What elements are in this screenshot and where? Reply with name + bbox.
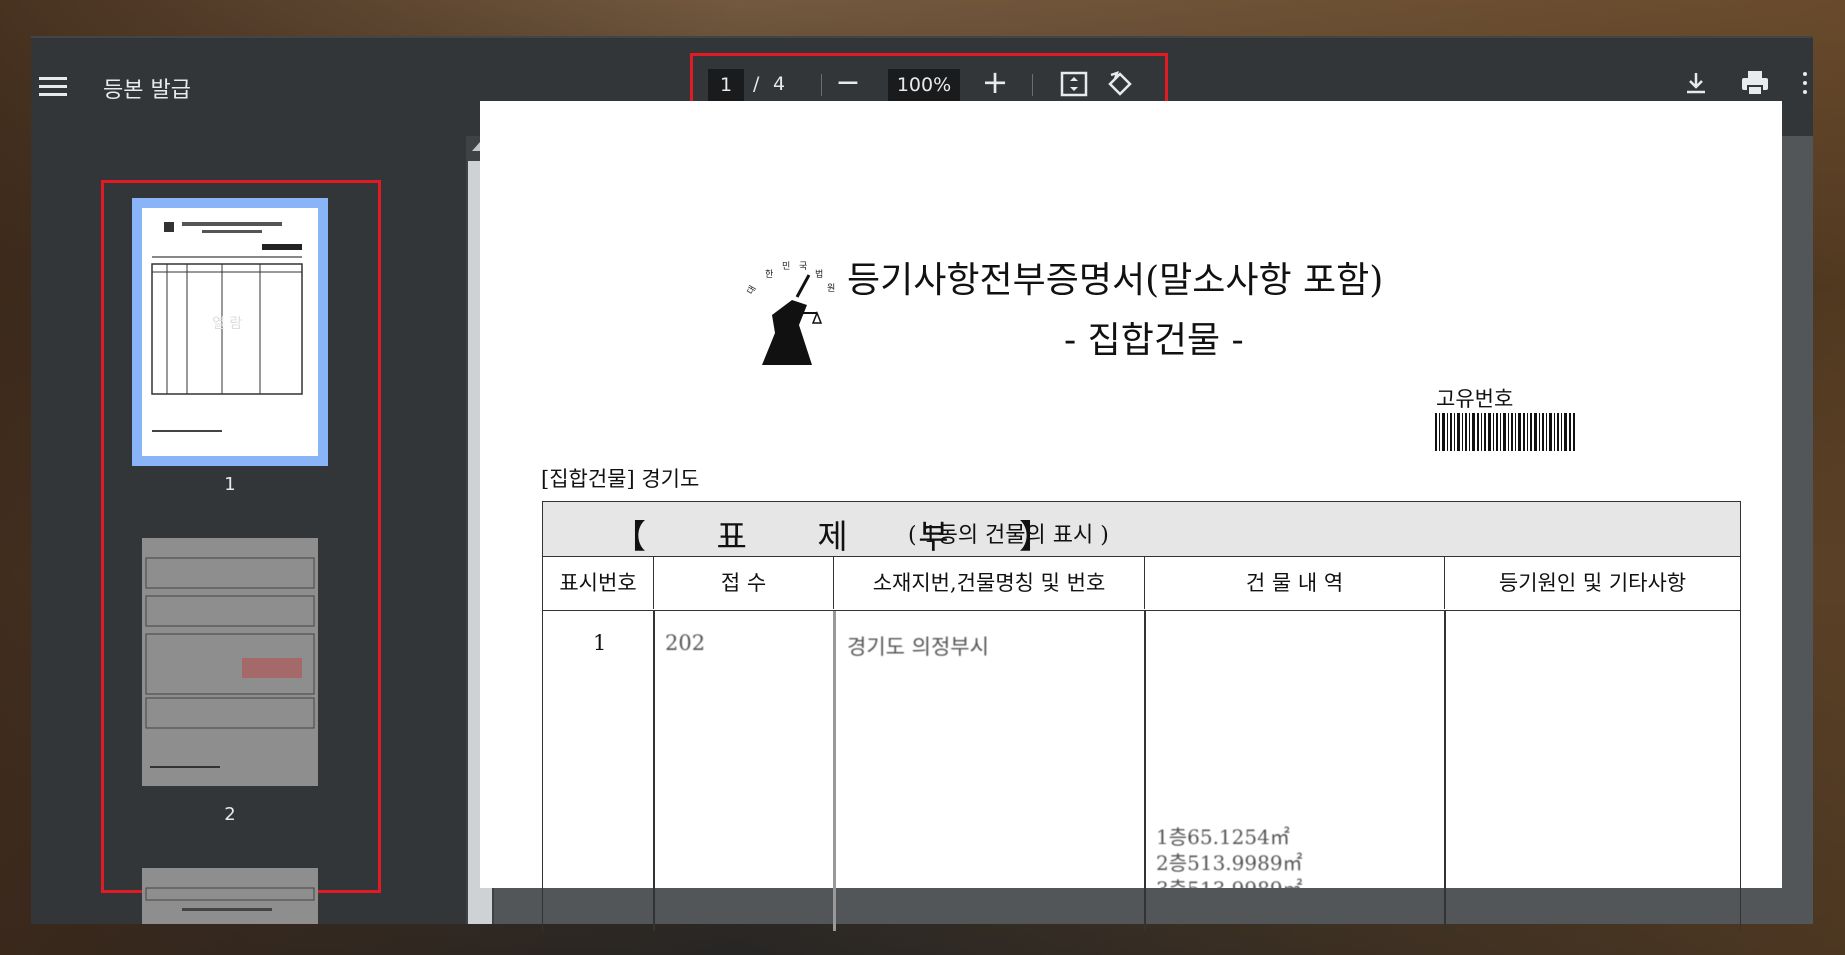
column-header: 건 물 내 역 (1145, 557, 1445, 609)
received-date: 202 (665, 631, 706, 655)
divider (821, 74, 822, 96)
thumbnail-label-2: 2 (224, 804, 236, 825)
unique-number-label: 고유번호 (1436, 387, 1514, 411)
download-icon[interactable] (1681, 68, 1711, 98)
rotate-icon[interactable] (1105, 69, 1135, 99)
column-header: 접 수 (654, 557, 834, 609)
thumbnail-page-1-preview: 열 람 (142, 208, 318, 456)
column-divider (1444, 611, 1446, 931)
document-heading: 등기사항전부증명서(말소사항 포함) (847, 260, 1384, 301)
column-divider (833, 611, 836, 931)
svg-text:대: 대 (745, 284, 759, 297)
row-number: 1 (593, 631, 607, 655)
fit-page-icon[interactable] (1059, 69, 1089, 99)
page-number-input[interactable] (708, 69, 744, 101)
svg-text:열 람: 열 람 (212, 316, 242, 332)
thumbnail-page-1[interactable]: 열 람 (132, 198, 328, 466)
table-row: 1 202 경기도 의정부시 1층65.1254㎡ 2층513.9989㎡ 3층… (542, 611, 1741, 931)
svg-text:민: 민 (782, 261, 790, 272)
document-subheading: - 집합건물 - (1064, 320, 1244, 361)
section-title-row: 【 표 제 부 】 ( 1동의 건물의 표시 ) (542, 501, 1741, 557)
svg-text:법: 법 (815, 269, 823, 280)
floor-area: 1층65.1254㎡ (1156, 825, 1290, 849)
print-icon[interactable] (1739, 68, 1771, 98)
document-title: 등본 발급 (103, 78, 191, 103)
barcode-icon (1435, 413, 1575, 451)
svg-text:국: 국 (799, 261, 807, 272)
thumbnail-label-1: 1 (224, 474, 236, 495)
svg-text:한: 한 (765, 269, 773, 280)
zoom-in-button[interactable]: + (980, 66, 1010, 98)
column-divider (1144, 611, 1146, 931)
thumbnail-page-3[interactable] (142, 868, 318, 924)
menu-icon[interactable] (37, 72, 69, 104)
zoom-input[interactable] (888, 69, 960, 101)
column-header: 소재지번,건물명칭 및 번호 (834, 557, 1145, 609)
zoom-out-button[interactable]: − (833, 68, 863, 98)
register-table: 【 표 제 부 】 ( 1동의 건물의 표시 ) 표시번호 접 수 소재지번,건… (542, 501, 1741, 931)
column-header: 표시번호 (543, 557, 654, 609)
thumbnail-sidebar: 열 람 1 2 (31, 136, 401, 924)
table-header-row: 표시번호 접 수 소재지번,건물명칭 및 번호 건 물 내 역 등기원인 및 기… (542, 557, 1741, 611)
page-separator: / (753, 73, 760, 95)
building-type-label: [집합건물] 경기도 (541, 467, 700, 491)
page-total: 4 (773, 73, 786, 95)
thumbnail-page-2[interactable] (142, 538, 318, 786)
column-header: 등기원인 및 기타사항 (1498, 571, 1687, 595)
pdf-page: 대 한 민 국 법 원 등기사항전부증명서(말소사항 포함) - 집합건물 - … (480, 101, 1782, 931)
floor-area: 4층513.9989㎡ (1156, 903, 1303, 927)
section-subtitle: ( 1동의 건물의 표시 ) (908, 523, 1109, 548)
floor-area: 2층513.9989㎡ (1156, 851, 1303, 875)
more-vert-icon[interactable] (1801, 72, 1809, 100)
floor-area: 3층513.9989㎡ (1156, 877, 1303, 901)
column-divider (653, 611, 655, 931)
address: 경기도 의정부시 (847, 635, 989, 659)
divider (1032, 74, 1033, 96)
court-emblem-icon: 대 한 민 국 법 원 (745, 261, 835, 365)
svg-text:원: 원 (827, 283, 835, 294)
